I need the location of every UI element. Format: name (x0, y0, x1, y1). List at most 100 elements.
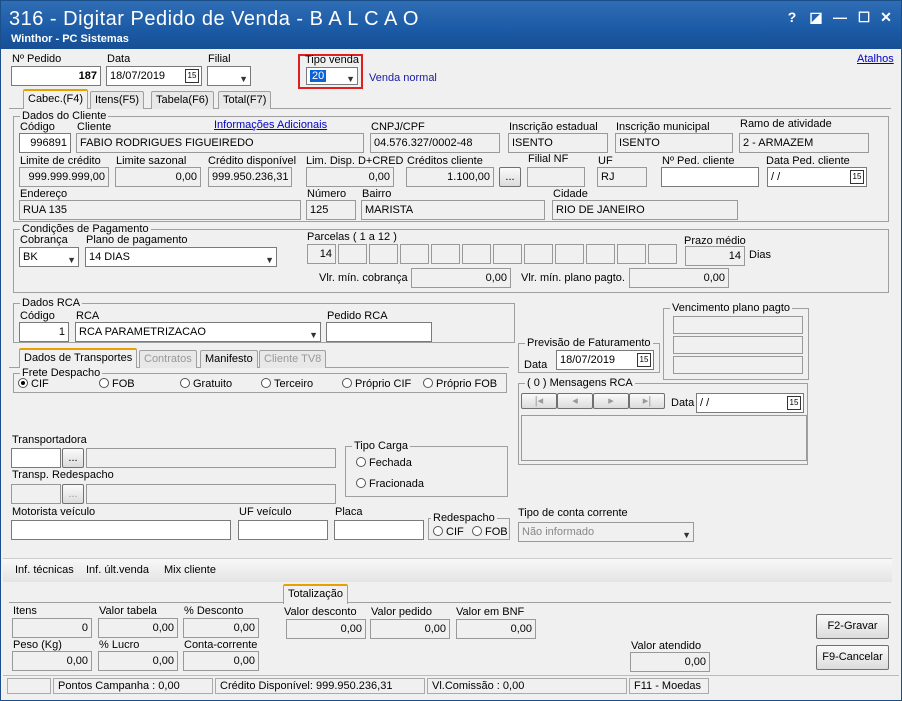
cob-label: Cobrança (20, 234, 68, 246)
im-label: Inscrição municipal (616, 121, 710, 133)
frete-fob-radio[interactable]: FOB (99, 378, 135, 390)
last-nav-button[interactable]: ▸| (629, 393, 665, 409)
rca-codigo-field[interactable]: 1 (19, 322, 69, 342)
filialnf-field (527, 167, 585, 187)
parcela-field: 14 (307, 244, 336, 264)
dias-label: Dias (749, 249, 772, 261)
next-nav-button[interactable]: ▸ (593, 393, 629, 409)
frete-cif-radio[interactable]: CIF (18, 378, 49, 390)
tab-transportes[interactable]: Dados de Transportes (19, 348, 138, 368)
atalhos-link[interactable]: Atalhos (857, 53, 894, 65)
cob-select[interactable]: BK ▼ (19, 247, 79, 267)
close-icon[interactable]: ✕ (877, 9, 895, 26)
conta-select[interactable]: Não informado ▼ (518, 522, 694, 542)
tab-cabec[interactable]: Cabec.(F4) (23, 89, 89, 109)
minimize-icon[interactable]: — (831, 9, 849, 25)
gravar-button[interactable]: F2-Gravar (816, 614, 889, 639)
codigo-label: Código (20, 121, 55, 133)
credcli-more-button[interactable]: ... (499, 167, 521, 187)
info-adicionais-link[interactable]: Informações Adicionais (214, 119, 327, 131)
cob-value: BK (23, 251, 38, 263)
filial-label: Filial (208, 53, 231, 65)
prev-nav-button[interactable]: ◂ (557, 393, 593, 409)
frete-proprio-cif-radio[interactable]: Próprio CIF (342, 378, 411, 390)
carga-fechada-radio[interactable]: Fechada (356, 457, 412, 469)
codigo-field[interactable]: 996891 (19, 133, 71, 153)
inf-tecnicas-link[interactable]: Inf. técnicas (15, 564, 74, 576)
credcli-label: Créditos cliente (407, 155, 483, 167)
transp-code-field[interactable] (11, 448, 61, 468)
calendar-icon[interactable]: 15 (637, 353, 651, 367)
vat-label: Valor atendido (631, 640, 702, 652)
venc-field-1 (673, 316, 803, 334)
tab-total[interactable]: Total(F7) (218, 91, 272, 109)
parcela-field (493, 244, 522, 264)
edit-icon[interactable]: ◪ (807, 9, 825, 26)
lucro-field: 0,00 (98, 651, 178, 671)
first-nav-button[interactable]: |◂ (521, 393, 557, 409)
data-label: Data (107, 53, 131, 65)
cancelar-button[interactable]: F9-Cancelar (816, 645, 889, 670)
lim-field: 999.999.999,00 (19, 167, 109, 187)
title-bar: 316 - Digitar Pedido de Venda - B A L C … (1, 1, 901, 49)
disp-label: Crédito disponível (208, 155, 297, 167)
frete-terceiro-radio[interactable]: Terceiro (261, 378, 313, 390)
transp-search-button[interactable]: ... (62, 448, 84, 468)
radio-icon (356, 457, 366, 467)
vped-label: Valor pedido (371, 606, 432, 618)
pedido-field[interactable]: 187 (11, 66, 101, 86)
pedido-rca-field[interactable] (326, 322, 432, 342)
calendar-icon[interactable]: 15 (787, 396, 801, 410)
mix-cliente-link[interactable]: Mix cliente (164, 564, 216, 576)
calendar-icon[interactable]: 15 (850, 170, 864, 184)
carga-fracionada-radio[interactable]: Fracionada (356, 478, 424, 490)
motorista-label: Motorista veículo (12, 506, 96, 518)
redesp-cif-radio[interactable]: CIF (433, 526, 464, 538)
rca-label: RCA (76, 310, 100, 322)
chevron-down-icon: ▼ (682, 530, 691, 540)
uf-veiculo-field[interactable] (238, 520, 328, 540)
maximize-icon[interactable]: ☐ (855, 9, 873, 26)
placa-field[interactable] (334, 520, 424, 540)
mensagens-text[interactable] (521, 415, 807, 461)
inf-ult-venda-link[interactable]: Inf. últ.venda (86, 564, 149, 576)
uf-field: RJ (597, 167, 647, 187)
dataped-field[interactable]: / / 15 (767, 167, 867, 187)
tab-itens[interactable]: Itens(F5) (90, 91, 145, 109)
frete-cif-label: CIF (31, 378, 49, 390)
tab-totalizacao[interactable]: Totalização (283, 584, 349, 604)
previsao-data-field[interactable]: 18/07/2019 15 (556, 350, 654, 370)
parcela-field (462, 244, 491, 264)
redesp-fob-radio[interactable]: FOB (472, 526, 508, 538)
vat-field: 0,00 (630, 652, 710, 672)
filial-select[interactable]: ▼ (207, 66, 251, 86)
redesp-search-button[interactable]: ... (62, 484, 84, 504)
parcela-field (617, 244, 646, 264)
tab-cliente-tv8[interactable]: Cliente TV8 (259, 350, 327, 368)
frete-gratuito-radio[interactable]: Gratuito (180, 378, 232, 390)
nped-field[interactable] (661, 167, 759, 187)
help-icon[interactable]: ? (783, 9, 801, 25)
plano-select[interactable]: 14 DIAS ▼ (85, 247, 277, 267)
cc-field: 0,00 (183, 651, 259, 671)
rca-value: RCA PARAMETRIZACAO (79, 326, 206, 338)
data-field[interactable]: 18/07/2019 15 (106, 66, 202, 86)
motorista-field[interactable] (11, 520, 231, 540)
tipo-venda-select[interactable]: 20 ▼ (306, 67, 358, 85)
tab-manifesto[interactable]: Manifesto (200, 350, 258, 368)
window-subtitle: Winthor - PC Sistemas (11, 33, 129, 45)
im-field: ISENTO (615, 133, 733, 153)
prazo-field: 14 (685, 246, 745, 266)
peso-label: Peso (Kg) (13, 639, 62, 651)
mensagens-data-field[interactable]: / / 15 (696, 393, 804, 413)
tab-contratos[interactable]: Contratos (139, 350, 197, 368)
frete-proprio-fob-radio[interactable]: Próprio FOB (423, 378, 497, 390)
mensagens-data-label: Data (671, 397, 695, 409)
conta-label: Tipo de conta corrente (518, 507, 628, 519)
venc-group-title: Vencimento plano pagto (670, 302, 793, 314)
calendar-icon[interactable]: 15 (185, 69, 199, 83)
tab-tabela[interactable]: Tabela(F6) (151, 91, 214, 109)
end-label: Endereço (20, 188, 68, 200)
status-comissao: Vl.Comissão : 0,00 (427, 678, 627, 694)
rca-select[interactable]: RCA PARAMETRIZACAO ▼ (75, 322, 321, 342)
